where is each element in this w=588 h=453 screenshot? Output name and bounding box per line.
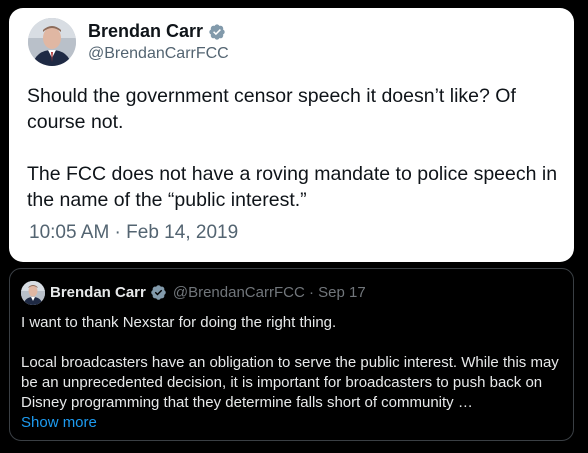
quoted-author-row[interactable]: Brendan Carr @BrendanCarrFCC · Sep 17 — [50, 284, 366, 301]
avatar-photo-icon — [28, 18, 76, 66]
author-name[interactable]: Brendan Carr — [88, 21, 203, 42]
verified-badge-icon — [151, 285, 166, 300]
quoted-paragraph-2: Local broadcasters have an obligation to… — [21, 354, 559, 411]
quoted-paragraph-1: I want to thank Nexstar for doing the ri… — [21, 314, 337, 331]
author-name-row[interactable]: Brendan Carr — [88, 21, 226, 42]
tweet-paragraph-2: The FCC does not have a roving mandate t… — [27, 163, 558, 211]
quoted-author-handle-date[interactable]: @BrendanCarrFCC · Sep 17 — [173, 284, 366, 301]
tweet-body: Should the government censor speech it d… — [27, 83, 567, 213]
quoted-tweet-card[interactable]: Brendan Carr @BrendanCarrFCC · Sep 17 I … — [9, 268, 574, 441]
tweet-timestamp[interactable]: 10:05 AM · Feb 14, 2019 — [29, 222, 238, 244]
quoted-avatar[interactable] — [21, 281, 45, 305]
author-handle[interactable]: @BrendanCarrFCC — [88, 45, 229, 63]
avatar-photo-icon — [21, 281, 45, 305]
quoted-tweet-body: I want to thank Nexstar for doing the ri… — [21, 313, 566, 433]
quoted-author-name[interactable]: Brendan Carr — [50, 284, 146, 301]
verified-badge-icon — [209, 23, 225, 40]
main-tweet-card[interactable]: Brendan Carr @BrendanCarrFCC Should the … — [9, 8, 574, 262]
tweet-paragraph-1: Should the government censor speech it d… — [27, 85, 516, 133]
show-more-link[interactable]: Show more — [21, 413, 566, 433]
avatar[interactable] — [28, 18, 76, 66]
